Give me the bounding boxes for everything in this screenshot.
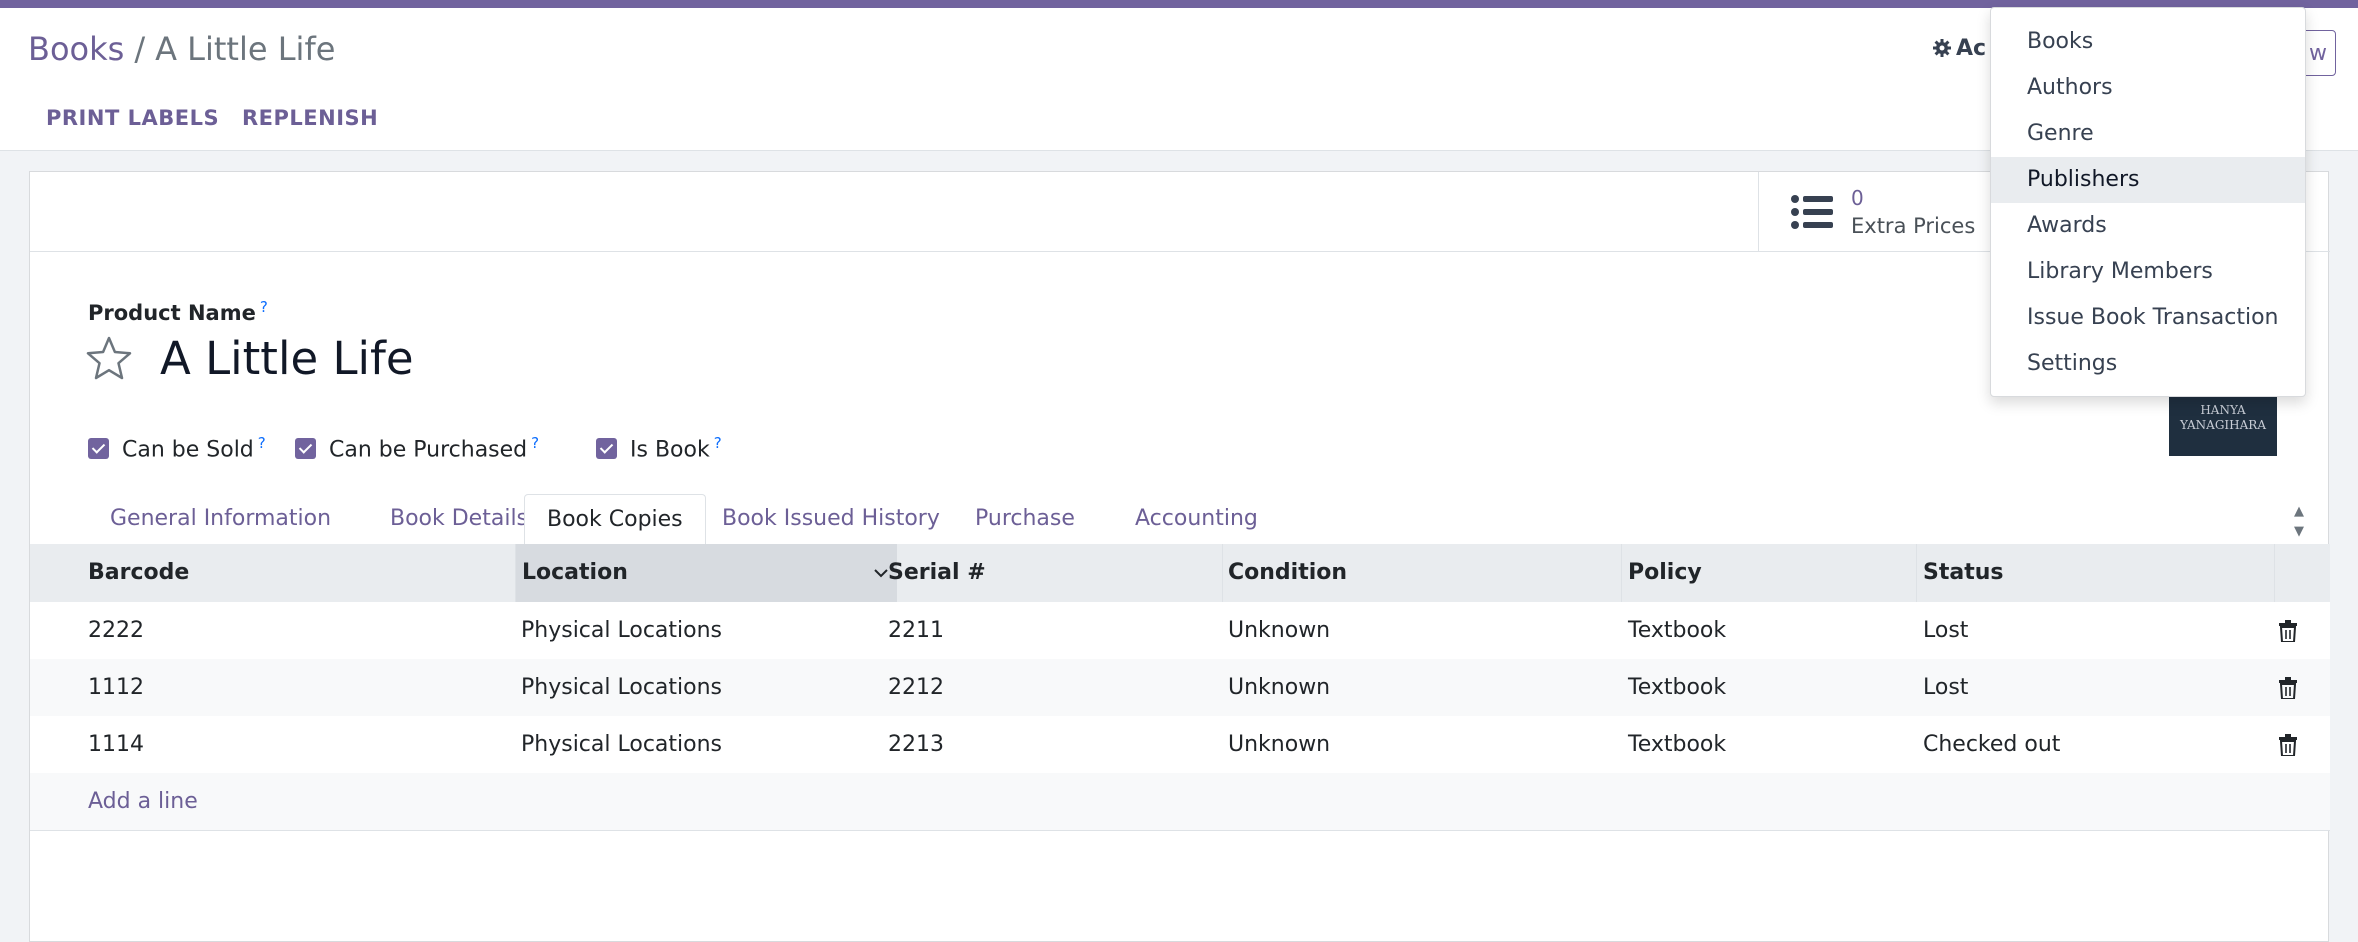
menu-item-publishers[interactable]: Publishers [1991,157,2305,203]
menu-item-library-members[interactable]: Library Members [1991,249,2305,295]
condition-cell: Unknown [1228,732,1331,757]
column-header-condition[interactable]: Condition [1228,544,1347,602]
menu-item-settings[interactable]: Settings [1991,341,2305,387]
column-divider [2274,544,2275,602]
table-header: Barcode Location Serial # Condition Poli… [30,544,2330,603]
checkbox-checked-icon [596,438,617,460]
checkbox-checked-icon [295,438,316,460]
tab-general-information[interactable]: General Information [88,494,353,544]
column-divider [1916,544,1917,602]
table-row[interactable]: 1114 Physical Locations 2213 Unknown Tex… [30,716,2330,774]
breadcrumb-separator: / [134,30,146,68]
help-tooltip-icon[interactable]: ? [714,434,722,452]
add-a-line-link[interactable]: Add a line [88,773,198,830]
table-row[interactable]: 1112 Physical Locations 2212 Unknown Tex… [30,659,2330,717]
scroll-down-icon[interactable]: ▼ [2294,522,2304,542]
location-cell: Physical Locations [521,618,722,643]
help-tooltip-icon[interactable]: ? [258,434,266,452]
policy-cell: Textbook [1628,618,1727,643]
tabs-scroll-control[interactable]: ▲ ▼ [2294,502,2304,542]
barcode-cell: 1112 [88,675,144,700]
location-cell: Physical Locations [521,732,722,757]
checkbox-checked-icon [88,438,109,460]
print-labels-button[interactable]: PRINT LABELS [46,106,219,130]
table-row[interactable]: 2222 Physical Locations 2211 Unknown Tex… [30,602,2330,660]
can-be-sold-checkbox[interactable]: Can be Sold? [88,434,266,462]
condition-cell: Unknown [1228,618,1331,643]
column-header-barcode[interactable]: Barcode [88,544,189,602]
app-menu-dropdown: Books Authors Genre Publishers Awards Li… [1990,7,2306,397]
replenish-button[interactable]: REPLENISH [242,106,378,130]
action-label: Ac [1956,36,1987,61]
serial-cell: 2212 [888,675,944,700]
breadcrumb: Books / A Little Life [28,30,335,68]
serial-cell: 2213 [888,732,944,757]
action-menu-button[interactable]: Ac [1932,36,1986,61]
gear-icon [1933,39,1951,57]
breadcrumb-books-link[interactable]: Books [28,30,124,68]
favorite-star-icon[interactable] [86,335,132,381]
condition-cell: Unknown [1228,675,1331,700]
tab-book-issued-history[interactable]: Book Issued History [700,494,962,544]
tab-accounting[interactable]: Accounting [1113,494,1280,544]
trash-icon[interactable] [2279,734,2297,756]
status-cell: Lost [1923,675,1969,700]
status-cell: Lost [1923,618,1969,643]
tab-purchase[interactable]: Purchase [953,494,1097,544]
location-cell: Physical Locations [521,675,722,700]
column-header-location[interactable]: Location [515,544,897,602]
tab-book-copies[interactable]: Book Copies [524,494,706,545]
menu-item-issue-book-transaction[interactable]: Issue Book Transaction [1991,295,2305,341]
menu-item-genre[interactable]: Genre [1991,111,2305,157]
serial-cell: 2211 [888,618,944,643]
barcode-cell: 2222 [88,618,144,643]
scroll-up-icon[interactable]: ▲ [2294,502,2304,522]
trash-icon[interactable] [2279,677,2297,699]
button-box: 0 Extra Prices [30,172,2330,252]
form-sheet: 0 Extra Prices Product Name? A Little Li… [29,171,2330,942]
product-title[interactable]: A Little Life [160,332,414,385]
column-header-status[interactable]: Status [1923,544,2003,602]
help-tooltip-icon[interactable]: ? [531,434,539,452]
notebook-tabs: General Information Book Details Book Co… [30,494,2330,545]
menu-item-authors[interactable]: Authors [1991,65,2305,111]
book-cover-image[interactable]: HANYA YANAGIHARA [2169,395,2277,456]
add-line-row: Add a line [30,773,2330,831]
policy-cell: Textbook [1628,732,1727,757]
extra-prices-label: Extra Prices [1851,214,1976,238]
column-divider [515,544,516,602]
barcode-cell: 1114 [88,732,144,757]
chevron-down-icon [874,569,888,578]
is-book-checkbox[interactable]: Is Book? [596,434,722,462]
can-be-purchased-checkbox[interactable]: Can be Purchased? [295,434,539,462]
tab-book-details[interactable]: Book Details [368,494,550,544]
column-header-policy[interactable]: Policy [1628,544,1702,602]
menu-item-books[interactable]: Books [1991,19,2305,65]
trash-icon[interactable] [2279,620,2297,642]
extra-prices-count: 0 [1851,186,1864,210]
extra-prices-button[interactable]: 0 Extra Prices [1758,172,2019,251]
breadcrumb-current: A Little Life [155,30,336,68]
column-divider [1621,544,1622,602]
help-tooltip-icon[interactable]: ? [260,298,268,316]
column-header-serial[interactable]: Serial # [888,544,986,602]
product-name-label: Product Name? [88,298,268,325]
list-icon [1791,195,1833,229]
menu-item-awards[interactable]: Awards [1991,203,2305,249]
column-divider [1222,544,1223,602]
policy-cell: Textbook [1628,675,1727,700]
status-cell: Checked out [1923,732,2061,757]
